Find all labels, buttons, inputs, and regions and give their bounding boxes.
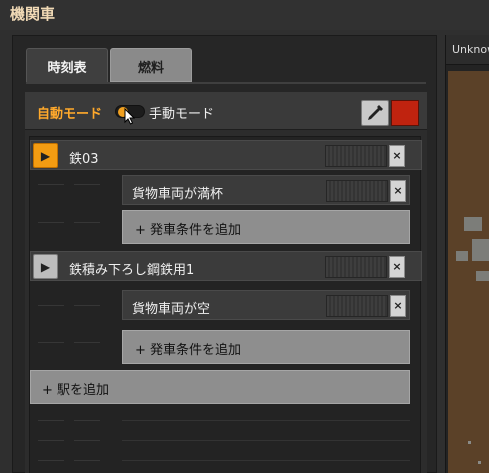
station-name: 鉄積み下ろし鋼鉄用1 <box>69 263 195 278</box>
eyedropper-icon <box>368 105 383 120</box>
map-terrain <box>456 251 468 261</box>
condition-label: 貨物車両が空 <box>132 302 211 317</box>
map-terrain <box>464 217 482 231</box>
auto-mode-label[interactable]: 自動モード <box>37 103 102 122</box>
mode-row: 自動モード 手動モード <box>25 92 427 130</box>
gutter-line <box>74 184 100 185</box>
gutter-line <box>38 420 64 421</box>
station-progress <box>325 145 387 167</box>
gutter-line <box>74 342 100 343</box>
remove-condition-button[interactable]: × <box>390 180 406 202</box>
go-to-station-button[interactable]: ▶ <box>33 143 58 168</box>
tab-fuel[interactable]: 燃料 <box>110 48 192 82</box>
gutter-line <box>38 305 64 306</box>
add-station-button[interactable]: + 駅を追加 <box>30 370 410 404</box>
window-title: 機関車 <box>0 0 489 30</box>
station-row[interactable]: ▶ 鉄積み下ろし鋼鉄用1 × <box>30 251 422 281</box>
manual-mode-label[interactable]: 手動モード <box>149 103 214 122</box>
gutter-line <box>74 305 100 306</box>
minimap-view[interactable] <box>448 71 489 473</box>
remove-station-button[interactable]: × <box>389 256 405 278</box>
schedule-list: ▶ 鉄03 × 貨物車両が満杯 × + 発車条件を追加 ▶ 鉄積み下ろし鋼鉄用1… <box>29 136 422 473</box>
tab-schedule[interactable]: 時刻表 <box>26 48 108 82</box>
gutter-line <box>38 222 64 223</box>
station-row[interactable]: ▶ 鉄03 × <box>30 140 422 170</box>
condition-row[interactable]: 貨物車両が満杯 × <box>122 175 410 205</box>
gutter-line <box>38 342 64 343</box>
add-condition-button[interactable]: + 発車条件を追加 <box>122 330 410 364</box>
gutter-line <box>74 222 100 223</box>
schedule-panel: 時刻表 燃料 自動モード 手動モード ▶ 鉄03 × 貨物車両が満杯 × + 発… <box>12 35 437 473</box>
station-name: 鉄03 <box>69 152 99 167</box>
schedule-content: 自動モード 手動モード ▶ 鉄03 × 貨物車両が満杯 × + 発車条件を追加 … <box>25 92 427 473</box>
map-panel: Unknown <box>445 35 489 473</box>
mouse-cursor-icon <box>124 108 136 125</box>
station-progress <box>325 256 387 278</box>
map-header: Unknown <box>446 35 489 65</box>
go-to-station-button[interactable]: ▶ <box>33 254 58 279</box>
map-terrain <box>468 441 471 444</box>
remove-condition-button[interactable]: × <box>390 295 406 317</box>
empty-row-line <box>122 440 410 441</box>
condition-label: 貨物車両が満杯 <box>132 187 224 202</box>
gutter-line <box>38 440 64 441</box>
gutter-line <box>74 420 100 421</box>
map-terrain <box>478 461 481 464</box>
empty-row-line <box>122 460 410 461</box>
map-terrain <box>472 239 489 261</box>
condition-progress <box>326 180 388 202</box>
gutter-line <box>74 460 100 461</box>
color-picker-button[interactable] <box>361 100 389 126</box>
add-condition-button[interactable]: + 発車条件を追加 <box>122 210 410 244</box>
gutter-line <box>74 440 100 441</box>
gutter-line <box>38 460 64 461</box>
condition-progress <box>326 295 388 317</box>
condition-row[interactable]: 貨物車両が空 × <box>122 290 410 320</box>
map-terrain <box>476 271 489 281</box>
tab-underline <box>26 82 426 84</box>
gutter-line <box>38 184 64 185</box>
empty-row-line <box>122 420 410 421</box>
train-color-swatch[interactable] <box>391 100 419 126</box>
remove-station-button[interactable]: × <box>389 145 405 167</box>
